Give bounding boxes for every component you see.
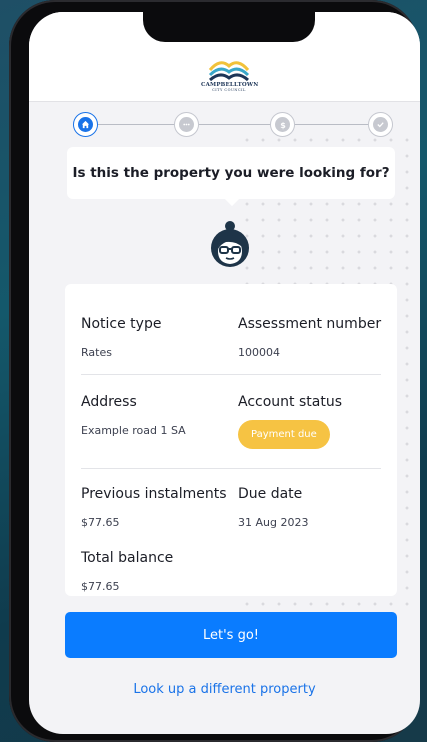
due-date-label: Due date bbox=[238, 486, 303, 502]
previous-instalments-label: Previous instalments bbox=[81, 486, 227, 502]
dollar-icon: $ bbox=[280, 121, 286, 130]
step-chat[interactable] bbox=[174, 112, 199, 137]
notice-type-value: Rates bbox=[81, 346, 112, 359]
total-balance-field: Total balance $77.65 bbox=[81, 550, 173, 593]
account-status-field: Account status Payment due bbox=[238, 394, 342, 449]
step-payment[interactable]: $ bbox=[270, 112, 295, 137]
previous-instalments-value: $77.65 bbox=[81, 516, 120, 529]
question-bubble: Is this the property you were looking fo… bbox=[67, 147, 395, 199]
council-logo: CAMPBELLTOWN CITY COUNCIL bbox=[201, 56, 258, 98]
lets-go-button[interactable]: Let's go! bbox=[65, 612, 397, 658]
status-badge: Payment due bbox=[238, 420, 330, 449]
step-home[interactable] bbox=[73, 112, 98, 137]
step-connector bbox=[295, 124, 368, 125]
svg-text:$: $ bbox=[280, 121, 286, 130]
home-icon bbox=[81, 120, 90, 129]
notice-type-field: Notice type Rates bbox=[81, 316, 161, 359]
chat-icon bbox=[183, 123, 190, 126]
address-value: Example road 1 SA bbox=[81, 424, 186, 437]
previous-instalments-field: Previous instalments $77.65 bbox=[81, 486, 227, 529]
different-property-link[interactable]: Look up a different property bbox=[29, 682, 420, 697]
total-balance-value: $77.65 bbox=[81, 580, 120, 593]
logo-subtitle: CITY COUNCIL bbox=[212, 88, 246, 92]
phone-frame: CAMPBELLTOWN CITY COUNCIL $ Is this the … bbox=[9, 0, 420, 742]
check-icon bbox=[377, 122, 384, 128]
account-status-label: Account status bbox=[238, 394, 342, 410]
notice-type-label: Notice type bbox=[81, 316, 162, 332]
question-text: Is this the property you were looking fo… bbox=[72, 165, 390, 181]
council-logo-icon bbox=[208, 61, 250, 82]
assessment-number-label: Assessment number bbox=[238, 316, 382, 332]
phone-notch bbox=[143, 12, 315, 42]
step-confirm[interactable] bbox=[368, 112, 393, 137]
property-details-card: Notice type Rates Assessment number 1000… bbox=[65, 284, 397, 596]
assessment-number-value: 100004 bbox=[238, 346, 280, 359]
divider bbox=[81, 374, 381, 375]
step-connector bbox=[199, 124, 270, 125]
due-date-value: 31 Aug 2023 bbox=[238, 516, 309, 529]
total-balance-label: Total balance bbox=[81, 550, 174, 566]
progress-stepper: $ bbox=[73, 112, 393, 138]
assessment-number-field: Assessment number 100004 bbox=[238, 316, 381, 359]
due-date-field: Due date 31 Aug 2023 bbox=[238, 486, 308, 529]
divider bbox=[81, 468, 381, 469]
address-label: Address bbox=[81, 394, 137, 410]
step-connector bbox=[98, 124, 174, 125]
app-screen: CAMPBELLTOWN CITY COUNCIL $ Is this the … bbox=[29, 12, 420, 734]
assistant-avatar-icon bbox=[208, 219, 252, 271]
address-field: Address Example road 1 SA bbox=[81, 394, 186, 437]
